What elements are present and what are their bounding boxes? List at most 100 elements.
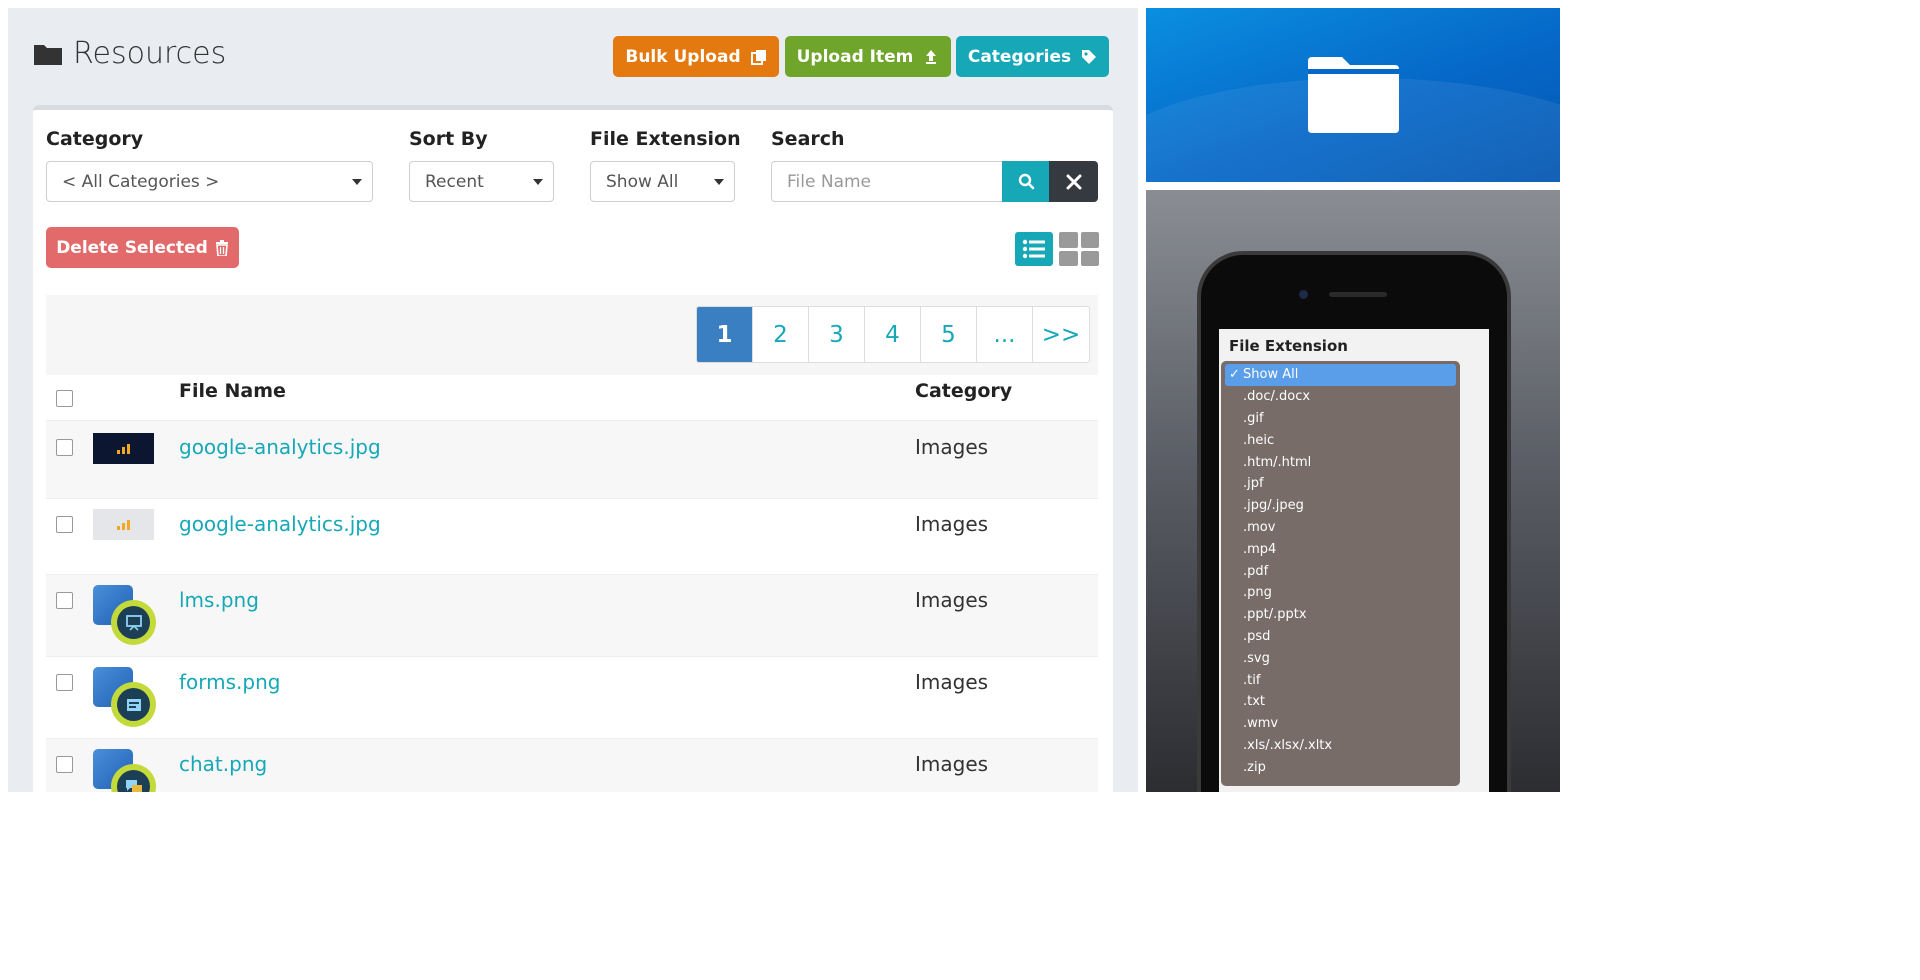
dropdown-option[interactable]: .mp4 <box>1225 538 1456 560</box>
upload-item-button[interactable]: Upload Item <box>785 36 951 77</box>
dropdown-option-label: .png <box>1243 585 1272 601</box>
resources-card: Category < All Categories > Sort By Rece… <box>33 105 1113 792</box>
dropdown-option[interactable]: .wmv <box>1225 713 1456 735</box>
categories-button[interactable]: Categories <box>956 36 1109 77</box>
dropdown-option[interactable]: .heic <box>1225 429 1456 451</box>
dropdown-option[interactable]: .tif <box>1225 669 1456 691</box>
dropdown-option-label: .wmv <box>1243 716 1279 732</box>
mobile-preview: File Extension ✓ Show All .doc/.docx .gif… <box>1146 190 1560 792</box>
dropdown-option[interactable]: .htm/.html <box>1225 451 1456 473</box>
extension-dropdown[interactable]: ✓ Show All .doc/.docx .gif .heic .htm/.html… <box>1221 361 1460 786</box>
extension-label: File Extension <box>590 128 741 150</box>
sort-select-value: Recent <box>425 171 484 192</box>
page-link-next[interactable]: >> <box>1033 307 1089 362</box>
tags-icon <box>1082 49 1097 64</box>
file-name-link[interactable]: lms.png <box>179 588 259 612</box>
select-all-checkbox[interactable] <box>56 390 73 407</box>
file-category: Images <box>915 752 989 776</box>
file-name-link[interactable]: chat.png <box>179 752 267 776</box>
resources-app: Resources Bulk Upload Upload Item Catego… <box>8 8 1138 792</box>
dropdown-option-label: .heic <box>1243 432 1275 448</box>
folder-hero-banner <box>1146 8 1560 182</box>
file-name-link[interactable]: google-analytics.jpg <box>179 435 381 459</box>
dropdown-option-label: .xls/.xlsx/.xltx <box>1243 737 1333 753</box>
table-row: forms.png Images <box>46 656 1098 738</box>
file-category: Images <box>915 670 989 694</box>
delete-selected-button[interactable]: Delete Selected <box>46 227 239 268</box>
row-checkbox[interactable] <box>56 516 73 533</box>
speaker-icon <box>1329 292 1387 297</box>
copy-icon <box>750 49 766 65</box>
grid-icon-cell <box>1080 232 1099 248</box>
search-input[interactable]: File Name <box>771 161 1003 202</box>
row-checkbox[interactable] <box>56 674 73 691</box>
dropdown-option-label: .psd <box>1243 628 1271 644</box>
category-select[interactable]: < All Categories > <box>46 161 373 202</box>
checkmark-icon: ✓ <box>1229 367 1240 383</box>
extension-select[interactable]: Show All <box>590 161 735 202</box>
trash-icon <box>215 239 228 256</box>
file-thumbnail <box>93 667 156 729</box>
dropdown-option-label: .svg <box>1243 650 1270 666</box>
dropdown-option-label: Show All <box>1243 367 1299 383</box>
file-name-link[interactable]: google-analytics.jpg <box>179 512 381 536</box>
dropdown-option[interactable]: .psd <box>1225 626 1456 648</box>
dropdown-option[interactable]: .doc/.docx <box>1225 386 1456 408</box>
dropdown-option[interactable]: .gif <box>1225 408 1456 430</box>
dropdown-option[interactable]: .pdf <box>1225 560 1456 582</box>
mobile-extension-label: File Extension <box>1229 337 1348 355</box>
grid-view-button[interactable] <box>1059 232 1099 266</box>
dropdown-option-label: .gif <box>1243 410 1264 426</box>
table-row: google-analytics.jpg Images <box>46 420 1098 498</box>
dropdown-option-label: .htm/.html <box>1243 454 1312 470</box>
page-link-1[interactable]: 1 <box>697 307 753 362</box>
dropdown-option[interactable]: .jpg/.jpeg <box>1225 495 1456 517</box>
clear-search-button[interactable] <box>1049 161 1098 202</box>
category-header: Category <box>915 380 1013 402</box>
bulk-upload-button[interactable]: Bulk Upload <box>613 36 779 77</box>
page-link-3[interactable]: 3 <box>809 307 865 362</box>
grid-icon-cell <box>1059 250 1078 266</box>
list-view-button[interactable] <box>1015 232 1053 266</box>
page-link-2[interactable]: 2 <box>753 307 809 362</box>
dropdown-option[interactable]: .xls/.xlsx/.xltx <box>1225 735 1456 757</box>
page-link-ellipsis[interactable]: ... <box>977 307 1033 362</box>
phone-frame: File Extension ✓ Show All .doc/.docx .gif… <box>1197 251 1511 792</box>
search-button[interactable] <box>1002 161 1050 202</box>
upload-icon <box>926 49 937 64</box>
dropdown-option-label: .doc/.docx <box>1243 389 1311 405</box>
form-icon <box>126 698 141 711</box>
row-checkbox[interactable] <box>56 439 73 456</box>
dropdown-option[interactable]: .ppt/.pptx <box>1225 604 1456 626</box>
row-checkbox[interactable] <box>56 756 73 773</box>
upload-item-label: Upload Item <box>796 46 914 67</box>
folder-icon <box>34 44 62 65</box>
page-link-4[interactable]: 4 <box>865 307 921 362</box>
page-link-5[interactable]: 5 <box>921 307 977 362</box>
dropdown-option-selected[interactable]: ✓ Show All <box>1225 364 1456 386</box>
camera-icon <box>1299 290 1308 299</box>
file-thumbnail <box>93 433 154 464</box>
search-placeholder: File Name <box>787 171 872 192</box>
extension-select-value: Show All <box>606 171 679 192</box>
dropdown-option[interactable]: .jpf <box>1225 473 1456 495</box>
sort-label: Sort By <box>409 128 488 150</box>
dropdown-option[interactable]: .svg <box>1225 647 1456 669</box>
file-name-link[interactable]: forms.png <box>179 670 280 694</box>
dropdown-option[interactable]: .mov <box>1225 517 1456 539</box>
file-category: Images <box>915 512 989 536</box>
dropdown-option[interactable]: .zip <box>1225 756 1456 778</box>
pagination: 1 2 3 4 5 ... >> <box>696 306 1090 363</box>
dropdown-option[interactable]: .txt <box>1225 691 1456 713</box>
dropdown-option-label: .zip <box>1243 759 1266 775</box>
categories-label: Categories <box>967 46 1072 67</box>
file-name-header: File Name <box>179 380 286 402</box>
delete-selected-label: Delete Selected <box>56 237 208 258</box>
dropdown-option[interactable]: .png <box>1225 582 1456 604</box>
sort-select[interactable]: Recent <box>409 161 554 202</box>
folder-icon <box>1308 57 1399 133</box>
row-checkbox[interactable] <box>56 592 73 609</box>
file-thumbnail <box>93 509 154 540</box>
page-header: Resources <box>33 36 226 71</box>
chat-icon <box>125 779 142 792</box>
